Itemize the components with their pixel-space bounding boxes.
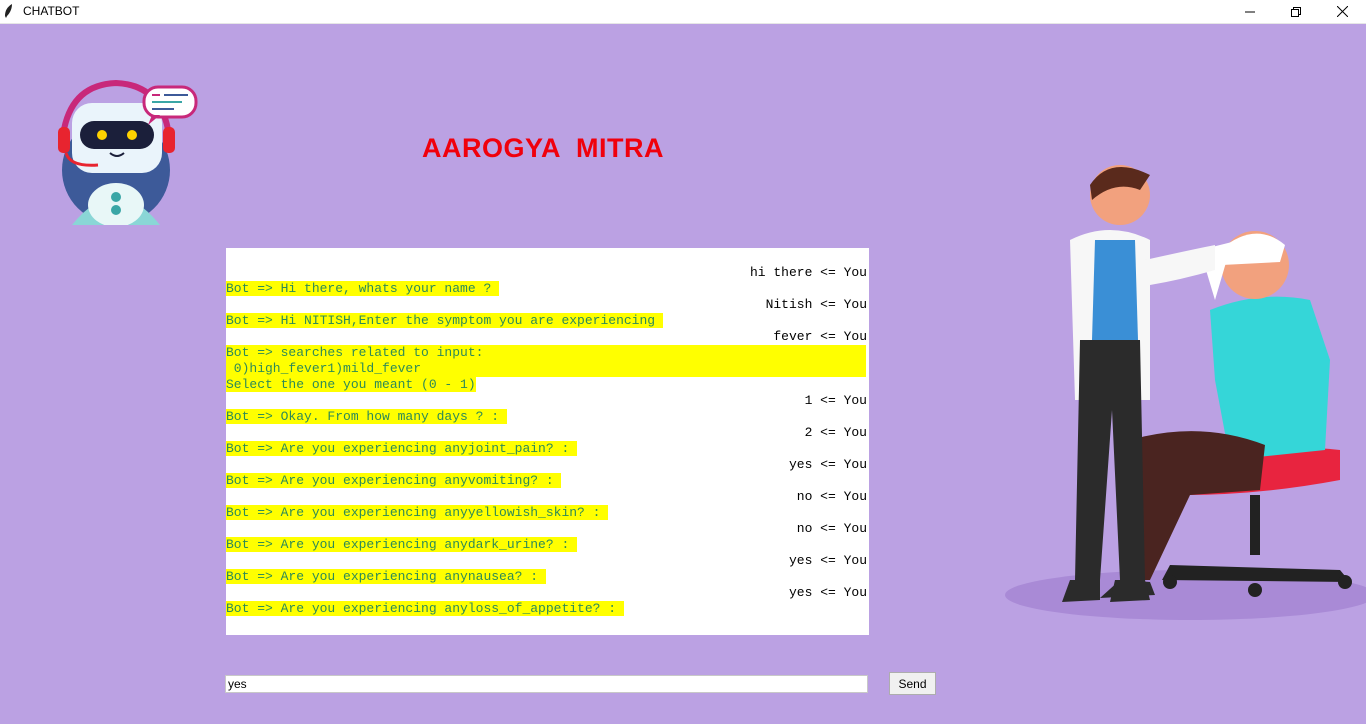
title-bar: CHATBOT	[0, 0, 1366, 24]
bot-message-text: Bot => Hi NITISH,Enter the symptom you a…	[226, 313, 663, 328]
bot-message-text: Select the one you meant (0 - 1)	[226, 377, 476, 392]
bot-message: Select the one you meant (0 - 1)	[226, 377, 869, 393]
bot-message: Bot => Are you experiencing anydark_urin…	[226, 537, 869, 553]
bot-message-text: Bot => Hi there, whats your name ?	[226, 281, 500, 296]
restore-icon	[1291, 6, 1301, 17]
send-button[interactable]: Send	[889, 672, 936, 695]
bot-message-text: Bot => Are you experiencing anydark_urin…	[226, 537, 578, 552]
bot-message: Bot => Are you experiencing anyloss_of_a…	[226, 601, 869, 617]
bot-message-text: Bot => Are you experiencing anyjoint_pai…	[226, 441, 578, 456]
robot-headset-icon	[58, 79, 198, 225]
close-icon	[1336, 6, 1348, 17]
bot-message: 0)high_fever1)mild_fever	[226, 361, 866, 377]
user-message: fever <= You	[773, 329, 867, 344]
chat-log[interactable]: hi there <= You Bot => Hi there, whats yo…	[226, 248, 869, 635]
close-button[interactable]	[1319, 0, 1365, 23]
bot-message-text: Bot => Are you experiencing anyloss_of_a…	[226, 601, 624, 616]
feather-icon	[5, 4, 12, 18]
bot-message: Bot => Are you experiencing anyjoint_pai…	[226, 441, 869, 457]
chat-lines: hi there <= You Bot => Hi there, whats yo…	[226, 265, 869, 617]
bot-message-text: Bot => Are you experiencing anyyellowish…	[226, 505, 609, 520]
user-message: no <= You	[796, 521, 867, 536]
minimize-button[interactable]	[1227, 0, 1273, 23]
bot-message-text: Bot => Are you experiencing anynausea? :	[226, 569, 546, 584]
user-message: 1 <= You	[804, 393, 867, 408]
user-message: 2 <= You	[804, 425, 867, 440]
user-message: hi there <= You	[749, 265, 867, 280]
restore-button[interactable]	[1273, 0, 1319, 23]
bot-message: Bot => Okay. From how many days ? :	[226, 409, 869, 425]
bot-message: Bot => Hi there, whats your name ?	[226, 281, 869, 297]
bot-message: Bot => searches related to input:	[226, 345, 866, 361]
bot-message-text: Bot => Okay. From how many days ? :	[226, 409, 507, 424]
user-message: yes <= You	[788, 553, 867, 568]
message-input[interactable]	[225, 675, 868, 693]
bot-message: Bot => Are you experiencing anyyellowish…	[226, 505, 869, 521]
window-title: CHATBOT	[23, 4, 80, 18]
user-message: Nitish <= You	[765, 297, 867, 312]
page-title: AAROGYA MITRA	[422, 133, 665, 163]
doctor-bandaging-patient	[1005, 165, 1366, 620]
user-message: yes <= You	[788, 457, 867, 472]
user-message: no <= You	[796, 489, 867, 504]
minimize-icon	[1245, 11, 1255, 12]
bot-message: Bot => Are you experiencing anyvomiting?…	[226, 473, 869, 489]
user-message: yes <= You	[788, 585, 867, 600]
bot-message-text: Bot => Are you experiencing anyvomiting?…	[226, 473, 562, 488]
bot-message: Bot => Hi NITISH,Enter the symptom you a…	[226, 313, 869, 329]
bot-message: Bot => Are you experiencing anynausea? :	[226, 569, 869, 585]
